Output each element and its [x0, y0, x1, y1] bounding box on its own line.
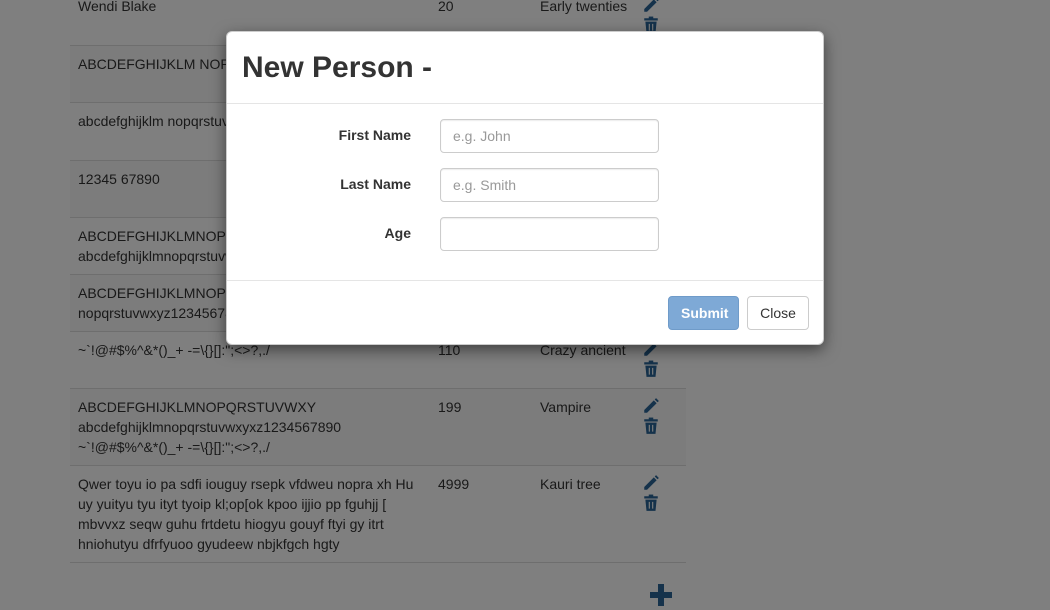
modal-footer: Submit Close: [227, 281, 823, 344]
close-button[interactable]: Close: [747, 296, 809, 330]
modal-title: New Person -: [242, 51, 433, 84]
age-label: Age: [384, 225, 411, 241]
first-name-row: First Name: [227, 119, 825, 153]
age-row: Age: [227, 217, 825, 251]
last-name-label: Last Name: [340, 176, 411, 192]
modal-body: First Name Last Name Age: [227, 104, 823, 281]
new-person-modal: New Person - First Name Last Name Age Su…: [226, 31, 824, 345]
last-name-field[interactable]: [440, 168, 659, 202]
last-name-row: Last Name: [227, 168, 825, 202]
first-name-field[interactable]: [440, 119, 659, 153]
age-field[interactable]: [440, 217, 659, 251]
first-name-label: First Name: [338, 127, 411, 143]
modal-header: New Person -: [227, 32, 823, 104]
submit-button[interactable]: Submit: [668, 296, 739, 330]
